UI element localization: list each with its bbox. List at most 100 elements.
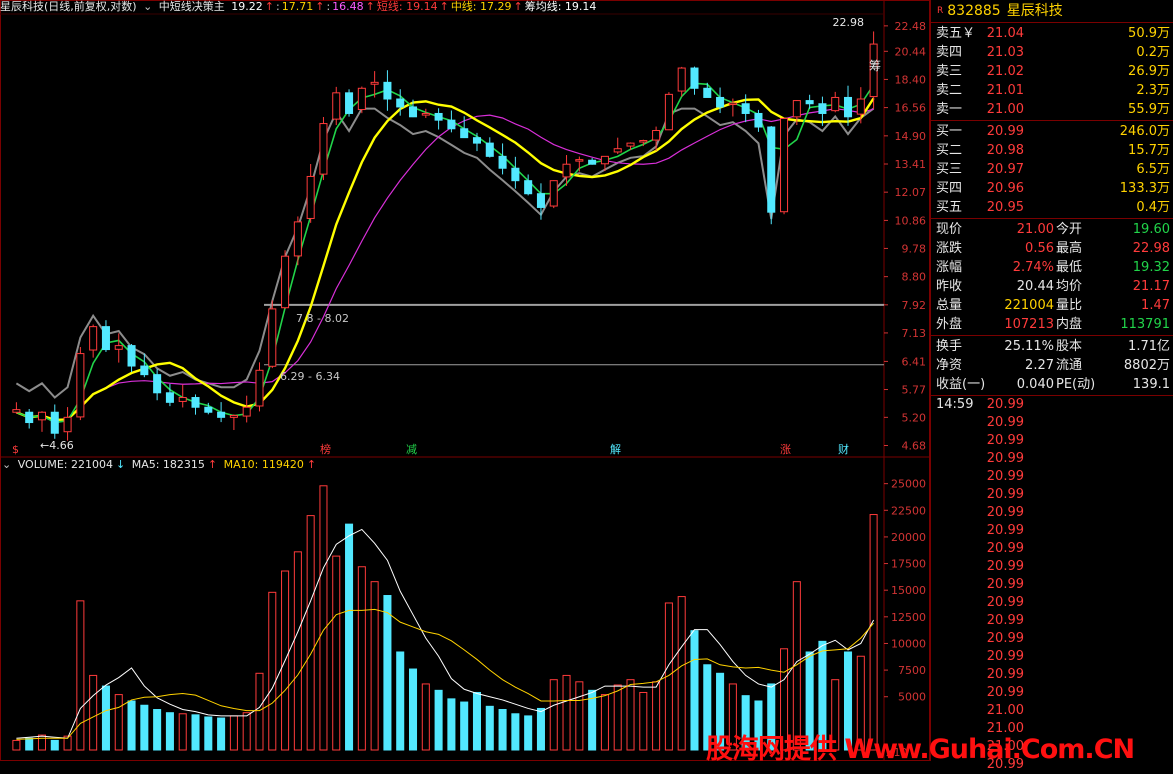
candle-body [575,159,584,162]
indicator-value-9: ↑ [439,0,449,13]
candle-body [652,130,661,141]
fund-label: 换手 [936,339,963,354]
fundamental-row[interactable]: 净资 2.27 流通 8802万 [931,356,1173,375]
candle-body [600,155,609,165]
volume-bar [690,630,699,751]
tick-time: 14:59 [936,397,974,412]
volume-bar [511,713,520,751]
tick-row[interactable]: 20.99 [931,540,1173,558]
tick-row[interactable]: 20.99 [931,594,1173,612]
price-tick-label: 22.48 [895,20,927,33]
stat-row[interactable]: 涨跌 0.56 最高 22.98 [931,239,1173,258]
tick-row[interactable]: 21.00 [931,702,1173,720]
tick-row[interactable]: 20.99 [931,468,1173,486]
tick-row[interactable]: 14:59 20.99 [931,396,1173,414]
candle-body [37,411,47,421]
price-tick-label: 4.68 [902,440,927,453]
candle-body [255,369,264,407]
stat-row[interactable]: 现价 21.00 今开 19.60 [931,220,1173,239]
bid-row[interactable]: 买一 20.99 246.0万 [931,122,1173,141]
stat-value: 19.32 [1132,260,1170,275]
r-badge: R [937,6,944,16]
fundamental-row[interactable]: 收益(一) 0.040 PE(动) 139.1 [931,375,1173,394]
volume-tick-label: 20000 [891,531,926,544]
tick-row[interactable]: 20.99 [931,630,1173,648]
stat-label: 内盘 [1056,317,1083,332]
tick-price: 20.99 [986,433,1024,448]
candle-body [728,102,737,106]
stat-value: 221004 [1004,298,1054,313]
candle-body [716,96,725,108]
tick-row[interactable]: 20.99 [931,684,1173,702]
tick-list[interactable]: 14:59 20.99 20.99 20.99 20.99 20.99 20.99 20.99… [931,396,1173,774]
bid-row[interactable]: 买五 20.95 0.4万 [931,198,1173,217]
ask-label: 卖二 [936,83,963,98]
stat-label: 量比 [1056,298,1083,313]
stock-name[interactable]: 星辰科技 [1007,3,1063,19]
fund-value: 25.11% [1004,339,1054,354]
bid-row[interactable]: 买二 20.98 15.7万 [931,141,1173,160]
stat-value: 1.47 [1141,298,1170,313]
watermark: 股海网提供 Www.Guhai.Com.CN [706,734,1135,765]
stat-value: 21.17 [1132,279,1170,294]
tick-row[interactable]: 20.99 [931,432,1173,450]
candle-body [639,140,648,143]
kline-chart[interactable]: 22.48 20.44 18.40 16.56 14.90 13.41 12.07 10.86… [0,0,930,761]
candle-body [140,365,149,376]
ask-label: 卖四 [936,45,963,60]
fund-value: 8802万 [1123,358,1170,373]
volume-dropdown-icon[interactable]: ⌄ [2,458,11,471]
tick-row[interactable]: 20.99 [931,504,1173,522]
tick-row[interactable]: 20.99 [931,450,1173,468]
volume-bar [153,709,162,751]
tick-row[interactable]: 20.99 [931,666,1173,684]
tick-row[interactable]: 20.99 [931,522,1173,540]
ask-row[interactable]: 卖四 21.03 0.2万 [931,43,1173,62]
volume-bar [626,679,635,751]
bid-row[interactable]: 买三 20.97 6.5万 [931,160,1173,179]
tick-row[interactable]: 20.99 [931,648,1173,666]
candle-body [818,103,827,114]
indicator-value-1: ↑ [264,0,275,13]
tick-price: 20.99 [986,595,1024,610]
ask-row[interactable]: 卖五￥ 21.04 50.9万 [931,24,1173,43]
candle-body [498,155,507,169]
candle-body [549,180,558,207]
fundamental-row[interactable]: 换手 25.11% 股本 1.71亿 [931,337,1173,356]
stat-row[interactable]: 涨幅 2.74% 最低 19.32 [931,258,1173,277]
candle-body [434,112,443,121]
indicator-name[interactable]: 中短线决策主 [159,0,225,13]
ask-row[interactable]: 卖三 21.02 26.9万 [931,62,1173,81]
quote-panel: R 832885 星辰科技 卖五￥ 21.04 50.9万 卖四 21.03 0.2万 卖三 21… [930,0,1173,772]
dropdown-icon[interactable]: ⌄ [143,0,152,13]
stat-row[interactable]: 昨收 20.44 均价 21.17 [931,277,1173,296]
bid-volume: 133.3万 [1119,181,1170,196]
tick-row[interactable]: 20.99 [931,576,1173,594]
fund-label: 股本 [1056,339,1083,354]
indicator-header: 星辰科技(日线,前复权,对数) ⌄ 中短线决策主 19.22 ↑:17.71 ↑:1… [0,0,601,14]
volume-bar [600,694,609,751]
candle-body [805,100,814,105]
tick-price: 20.99 [986,559,1024,574]
stat-row[interactable]: 外盘 107213 内盘 113791 [931,315,1173,334]
bid-label: 买三 [936,162,963,177]
tick-row[interactable]: 20.99 [931,486,1173,504]
candle-body [792,100,801,118]
candle-body [690,67,699,89]
ask-volume: 2.3万 [1136,83,1170,98]
stock-code[interactable]: 832885 [947,3,1000,19]
tick-row[interactable]: 20.99 [931,558,1173,576]
ask-row[interactable]: 卖二 21.01 2.3万 [931,81,1173,100]
volume-bar [396,651,405,751]
bid-row[interactable]: 买四 20.96 133.3万 [931,179,1173,198]
candle-body [127,345,136,367]
price-tick-label: 18.40 [895,73,927,86]
candle-body [281,255,290,309]
tick-row[interactable]: 20.99 [931,414,1173,432]
volume-bar [383,595,392,751]
volume-bar [652,681,661,751]
ask-row[interactable]: 卖一 21.00 55.9万 [931,100,1173,119]
stat-row[interactable]: 总量 221004 量比 1.47 [931,296,1173,315]
tick-row[interactable]: 20.99 [931,612,1173,630]
candle-body [613,148,622,153]
